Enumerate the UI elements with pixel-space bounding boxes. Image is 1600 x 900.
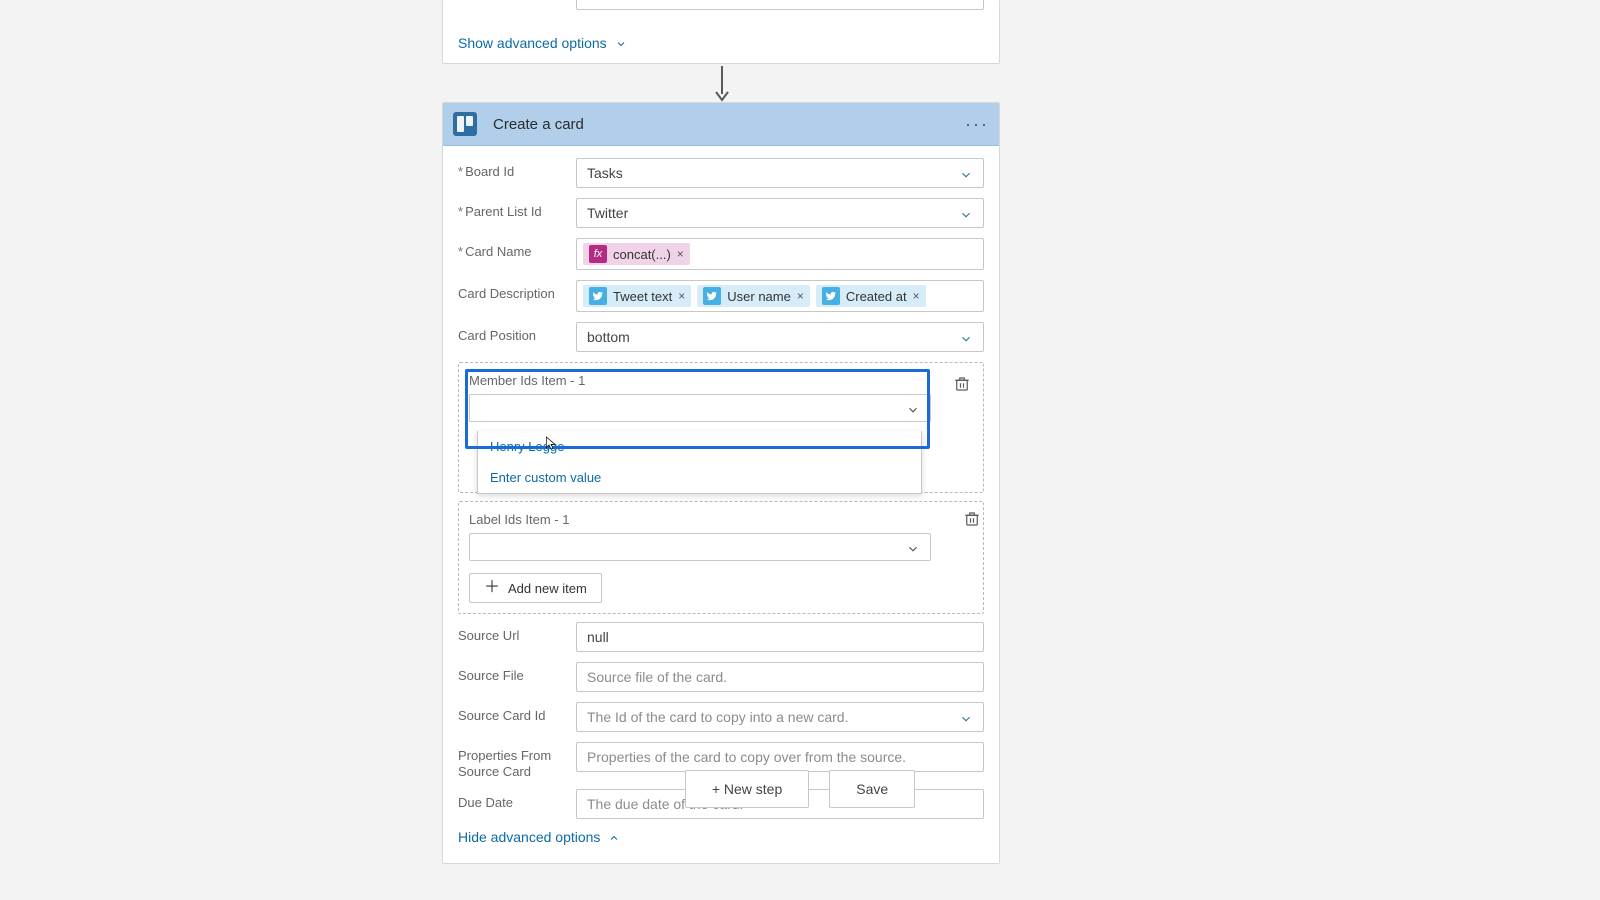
chevron-down-icon: [959, 712, 973, 729]
properties-input[interactable]: Properties of the card to copy over from…: [576, 742, 984, 772]
token-label: User name: [727, 289, 791, 304]
action-title: Create a card: [493, 116, 584, 133]
member-dropdown-list: Henry Legge Enter custom value: [477, 431, 922, 494]
hide-advanced-toggle[interactable]: Hide advanced options: [458, 829, 984, 845]
source-card-id-select[interactable]: The Id of the card to copy into a new ca…: [576, 702, 984, 732]
chevron-down-icon: [959, 332, 973, 349]
twitter-token-created-at[interactable]: Created at ×: [816, 285, 926, 307]
source-card-id-placeholder: The Id of the card to copy into a new ca…: [587, 709, 848, 725]
member-item-select[interactable]: [469, 394, 931, 422]
delete-item-button[interactable]: [953, 375, 975, 397]
plus-icon: ＋: [484, 580, 500, 596]
card-desc-label: Card Description: [458, 280, 576, 302]
label-item-label: Label Ids Item - 1: [469, 512, 973, 527]
member-option-custom[interactable]: Enter custom value: [478, 462, 921, 493]
designer-footer: + New step Save: [0, 770, 1600, 808]
source-url-input[interactable]: null: [576, 622, 984, 652]
previous-action-card: Show advanced options: [442, 0, 1000, 64]
source-file-placeholder: Source file of the card.: [587, 669, 727, 685]
create-card-action: Create a card ··· Board Id Tasks Parent …: [442, 102, 1000, 864]
twitter-icon: [589, 287, 607, 305]
fx-token-label: concat(...): [613, 247, 671, 262]
member-ids-panel: Member Ids Item - 1 Henry Legge Enter cu…: [458, 362, 984, 493]
chevron-down-icon: [959, 208, 973, 225]
token-label: Tweet text: [613, 289, 672, 304]
previous-action-input[interactable]: [576, 0, 984, 10]
member-item-label: Member Ids Item - 1: [469, 373, 973, 388]
add-new-item-button[interactable]: ＋ Add new item: [469, 573, 602, 603]
source-card-id-label: Source Card Id: [458, 702, 576, 724]
card-name-input[interactable]: fx concat(...) ×: [576, 238, 984, 270]
card-position-select[interactable]: bottom: [576, 322, 984, 352]
chevron-down-icon: [906, 403, 920, 420]
card-desc-input[interactable]: Tweet text × User name × Created at ×: [576, 280, 984, 312]
twitter-token-tweet-text[interactable]: Tweet text ×: [583, 285, 691, 307]
twitter-icon: [703, 287, 721, 305]
parent-list-value: Twitter: [587, 205, 628, 221]
label-ids-panel: Label Ids Item - 1 ＋ Add new item: [458, 501, 984, 614]
delete-item-button[interactable]: [963, 510, 985, 532]
close-icon[interactable]: ×: [913, 289, 920, 303]
show-advanced-label: Show advanced options: [458, 35, 607, 51]
source-url-value: null: [587, 629, 609, 645]
twitter-token-user-name[interactable]: User name ×: [697, 285, 810, 307]
source-url-label: Source Url: [458, 622, 576, 644]
chevron-up-icon: [608, 831, 620, 843]
new-step-button[interactable]: + New step: [685, 770, 809, 808]
close-icon[interactable]: ×: [797, 289, 804, 303]
board-id-value: Tasks: [587, 165, 623, 181]
board-id-label: Board Id: [458, 158, 576, 180]
twitter-icon: [822, 287, 840, 305]
properties-placeholder: Properties of the card to copy over from…: [587, 749, 906, 765]
token-label: Created at: [846, 289, 907, 304]
card-position-value: bottom: [587, 329, 630, 345]
trello-icon: [453, 112, 477, 136]
chevron-down-icon: [959, 168, 973, 185]
save-button[interactable]: Save: [829, 770, 915, 808]
chevron-down-icon: [906, 542, 920, 559]
parent-list-select[interactable]: Twitter: [576, 198, 984, 228]
action-menu-button[interactable]: ···: [965, 114, 989, 135]
label-item-select[interactable]: [469, 533, 931, 561]
card-position-label: Card Position: [458, 322, 576, 344]
member-option-henry[interactable]: Henry Legge: [478, 431, 921, 462]
close-icon[interactable]: ×: [678, 289, 685, 303]
parent-list-label: Parent List Id: [458, 198, 576, 220]
source-file-input[interactable]: Source file of the card.: [576, 662, 984, 692]
close-icon[interactable]: ×: [677, 247, 684, 261]
show-advanced-toggle[interactable]: Show advanced options: [458, 35, 627, 51]
source-file-label: Source File: [458, 662, 576, 684]
chevron-down-icon: [615, 37, 627, 49]
flow-arrow-icon: [714, 66, 730, 102]
action-header[interactable]: Create a card ···: [443, 103, 999, 146]
fx-icon: fx: [589, 245, 607, 263]
card-name-label: Card Name: [458, 238, 576, 260]
add-item-label: Add new item: [508, 581, 587, 596]
hide-advanced-label: Hide advanced options: [458, 829, 600, 845]
fx-token-concat[interactable]: fx concat(...) ×: [583, 243, 690, 265]
board-id-select[interactable]: Tasks: [576, 158, 984, 188]
